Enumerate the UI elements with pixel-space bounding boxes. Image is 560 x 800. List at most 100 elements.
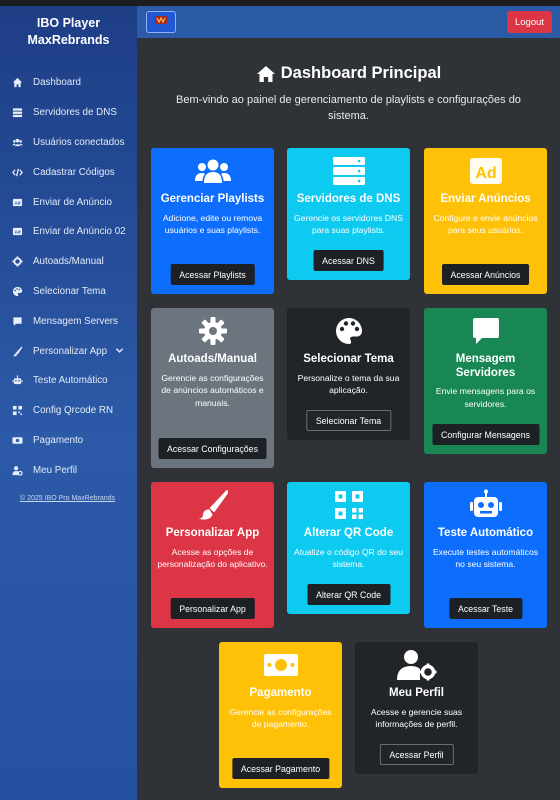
sidebar-item-customize[interactable]: Personalizar App xyxy=(0,336,137,366)
card-description: Personalize o tema da sua aplicação. xyxy=(297,372,400,396)
user-gear-icon xyxy=(396,650,438,681)
sidebar-toggle-button[interactable] xyxy=(146,11,176,33)
qrcode-icon xyxy=(12,405,23,416)
card-dns: Servidores de DNS Gerencie os servidores… xyxy=(287,148,410,280)
palette-icon xyxy=(334,316,364,346)
ad-icon: Ad xyxy=(469,156,503,186)
card-title: Gerenciar Playlists xyxy=(160,193,265,205)
card-title: Alterar QR Code xyxy=(303,527,394,539)
message-icon xyxy=(12,316,23,327)
sidebar-item-ad[interactable]: Ad Enviar de Anúncio xyxy=(0,187,137,217)
sidebar-item-label: Meu Perfil xyxy=(33,464,78,476)
users-icon xyxy=(12,137,23,148)
sidebar: IBO Player MaxRebrands Dashboard Servido… xyxy=(0,6,137,800)
robot-icon xyxy=(12,375,23,386)
access-configs-button[interactable]: Acessar Configurações xyxy=(158,438,267,459)
card-title: Mensagem Servidores xyxy=(455,353,516,379)
access-dns-button[interactable]: Acessar DNS xyxy=(313,250,384,271)
card-description: Gerencie as configurações de pagamento. xyxy=(229,706,332,730)
brush-icon xyxy=(197,490,229,520)
server-icon xyxy=(332,156,366,186)
home-icon xyxy=(256,65,275,82)
card-theme: Selecionar Tema Personalize o tema da su… xyxy=(287,308,410,440)
chevron-down-icon[interactable] xyxy=(115,346,124,357)
brand-logo-text[interactable]: IBO Player MaxRebrands xyxy=(0,6,137,68)
sidebar-item-auto-test[interactable]: Teste Automático xyxy=(0,366,137,396)
logout-button[interactable]: Logout xyxy=(507,11,552,33)
card-description: Gerencie as configurações de anúncios au… xyxy=(161,372,264,409)
access-test-button[interactable]: Acessar Teste xyxy=(448,598,523,619)
sidebar-item-ad-02[interactable]: Ad Enviar de Anúncio 02 xyxy=(0,217,137,247)
palette-icon xyxy=(12,286,23,297)
sidebar-item-theme[interactable]: Selecionar Tema xyxy=(0,277,137,307)
svg-text:Ad: Ad xyxy=(14,230,20,235)
card-title: Personalizar App xyxy=(165,527,260,539)
sidebar-item-codes[interactable]: Cadastrar Códigos xyxy=(0,157,137,187)
robot-icon xyxy=(469,489,503,520)
card-profile: Meu Perfil Acesse e gerencie suas inform… xyxy=(355,642,478,774)
sidebar-item-label: Cadastrar Códigos xyxy=(33,166,115,178)
money-icon xyxy=(263,650,299,680)
brand-line-1: IBO Player xyxy=(36,16,101,30)
app-logo-icon xyxy=(154,13,168,31)
sidebar-item-dns[interactable]: Servidores de DNS xyxy=(0,98,137,128)
page-title-text: Dashboard Principal xyxy=(280,64,442,82)
sidebar-item-label: Teste Automático xyxy=(33,375,108,387)
card-description: Acesse e gerencie suas informações de pe… xyxy=(370,706,463,730)
card-title: Meu Perfil xyxy=(389,687,444,699)
sidebar-item-autoads[interactable]: Autoads/Manual xyxy=(0,247,137,277)
card-playlists: Gerenciar Playlists Adicione, edite ou r… xyxy=(151,148,274,294)
sidebar-nav: Dashboard Servidores de DNS Usuários con… xyxy=(0,68,137,485)
copyright-link[interactable]: © 2025 IBO Pro MaxRebrands xyxy=(0,495,137,502)
main-content: Dashboard Principal Bem-vindo ao painel … xyxy=(137,38,560,800)
svg-text:Ad: Ad xyxy=(14,200,20,205)
money-icon xyxy=(12,435,23,446)
sidebar-item-label: Mensagem Servers xyxy=(33,315,118,327)
sidebar-item-messages[interactable]: Mensagem Servers xyxy=(0,306,137,336)
card-description: Atualize o código QR do seu sistema. xyxy=(294,546,403,570)
card-description: Acesse as opções de personalização do ap… xyxy=(157,546,268,570)
ad-icon: Ad xyxy=(12,226,23,237)
sidebar-item-users[interactable]: Usuários conectados xyxy=(0,128,137,158)
access-ads-button[interactable]: Acessar Anúncios xyxy=(441,264,530,285)
sidebar-item-label: Config Qrcode RN xyxy=(33,405,114,417)
configure-messages-button[interactable]: Configurar Mensagens xyxy=(432,424,539,445)
server-icon xyxy=(12,107,23,118)
sidebar-item-label: Servidores de DNS xyxy=(33,107,117,119)
top-bar: Logout xyxy=(137,6,560,38)
card-messages: Mensagem Servidores Envie mensagens para… xyxy=(424,308,547,454)
sidebar-item-dashboard[interactable]: Dashboard xyxy=(0,68,137,98)
card-title: Servidores de DNS xyxy=(296,193,401,205)
page-subtitle: Bem-vindo ao painel de gerenciamento de … xyxy=(176,94,521,122)
access-payment-button[interactable]: Acessar Pagamento xyxy=(231,758,330,779)
sidebar-item-payment[interactable]: Pagamento xyxy=(0,426,137,456)
sidebar-item-qrcode[interactable]: Config Qrcode RN xyxy=(0,396,137,426)
card-description: Adicione, edite ou remova usuários e sua… xyxy=(162,212,263,236)
card-title: Pagamento xyxy=(249,687,312,699)
svg-text:Ad: Ad xyxy=(475,165,496,182)
sidebar-item-label: Enviar de Anúncio xyxy=(33,196,112,208)
qrcode-icon xyxy=(334,490,364,520)
gear-icon xyxy=(198,316,228,346)
sidebar-item-profile[interactable]: Meu Perfil xyxy=(0,455,137,485)
page-title: Dashboard Principal xyxy=(137,64,560,83)
gear-icon xyxy=(12,256,23,267)
sidebar-item-label: Personalizar App xyxy=(33,345,108,357)
card-description: Envie mensagens para os servidores. xyxy=(435,386,536,409)
customize-app-button[interactable]: Personalizar App xyxy=(170,598,255,619)
card-title: Teste Automático xyxy=(437,527,534,539)
card-payment: Pagamento Gerencie as configurações de p… xyxy=(219,642,342,788)
select-theme-button[interactable]: Selecionar Tema xyxy=(305,410,392,431)
card-description: Execute testes automáticos no seu sistem… xyxy=(432,546,539,570)
change-qrcode-button[interactable]: Alterar QR Code xyxy=(306,584,391,605)
card-ads: Ad Enviar Anúncios Configure e envie anú… xyxy=(424,148,547,294)
sidebar-item-label: Dashboard xyxy=(33,77,81,89)
ad-icon: Ad xyxy=(12,197,23,208)
card-title: Selecionar Tema xyxy=(303,353,394,365)
card-description: Configure e envie anúncios para seus usu… xyxy=(433,212,538,236)
card-auto-test: Teste Automático Execute testes automáti… xyxy=(424,482,547,628)
access-profile-button[interactable]: Acessar Perfil xyxy=(379,744,454,765)
sidebar-item-label: Usuários conectados xyxy=(33,136,125,148)
code-icon xyxy=(12,167,23,178)
access-playlists-button[interactable]: Acessar Playlists xyxy=(170,264,255,285)
